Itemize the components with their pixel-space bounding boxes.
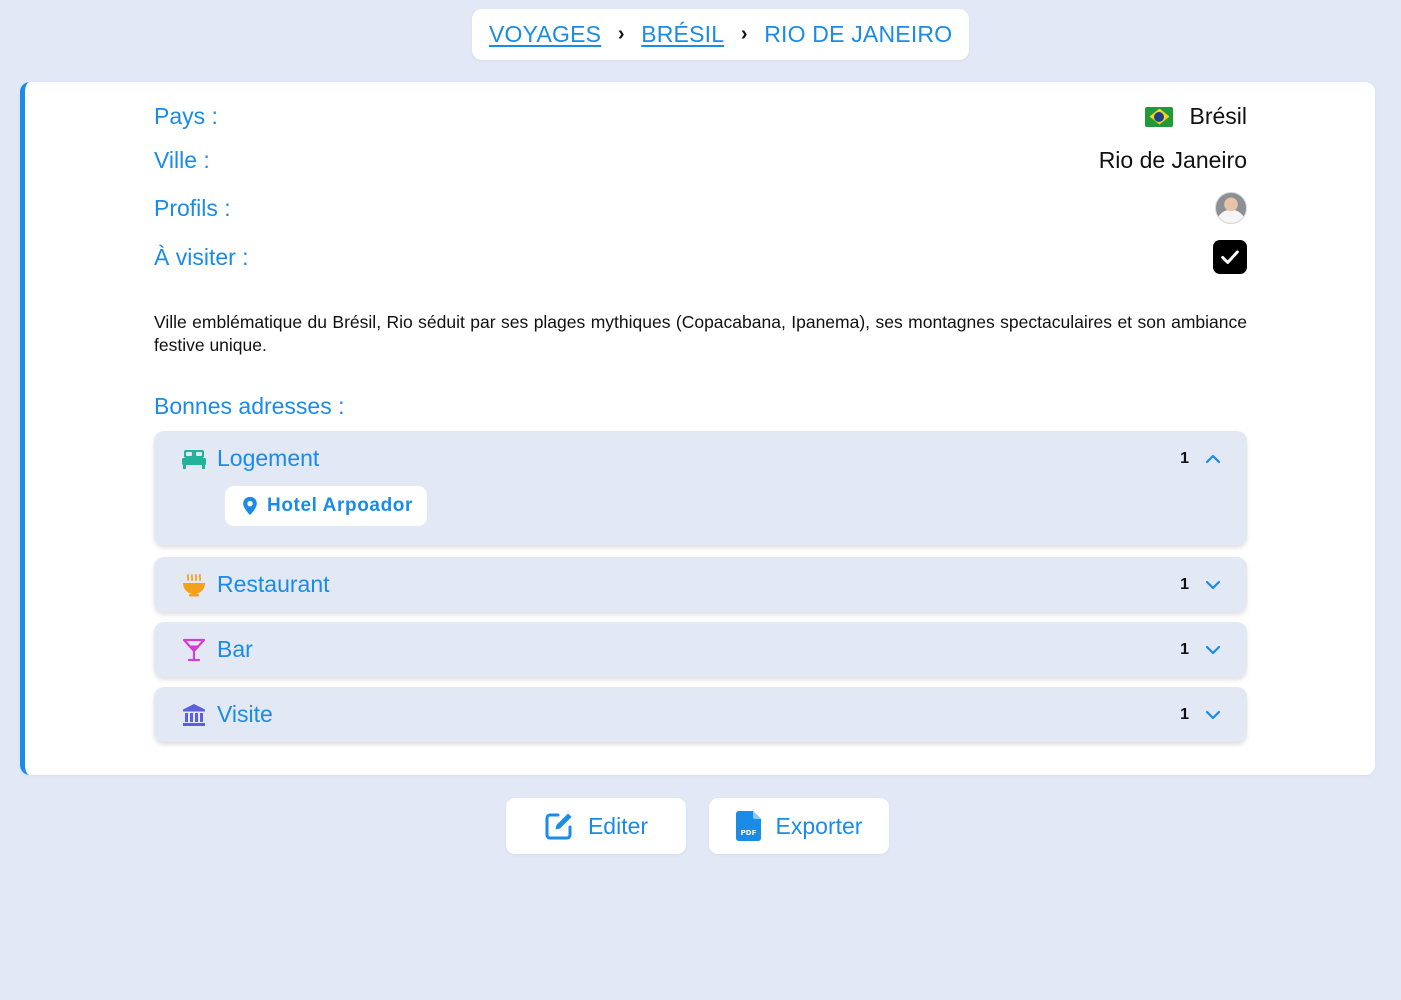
chevron-down-icon[interactable] xyxy=(1203,640,1223,660)
map-pin-icon xyxy=(243,496,257,516)
food-bowl-icon xyxy=(181,572,207,598)
profiles-label: Profils : xyxy=(154,194,231,221)
city-row: Ville : Rio de Janeiro xyxy=(154,147,1247,174)
chevron-up-icon[interactable] xyxy=(1203,449,1223,469)
breadcrumb-current-page: RIO DE JANEIRO xyxy=(764,21,953,47)
breadcrumb-link-voyages[interactable]: VOYAGES xyxy=(489,21,601,48)
bed-icon xyxy=(181,446,207,472)
cocktail-icon xyxy=(181,637,207,663)
accordion-visite: Visite 1 xyxy=(154,687,1247,742)
accordion-header-restaurant[interactable]: Restaurant 1 xyxy=(154,557,1247,612)
breadcrumb-chevron-icon: › xyxy=(617,23,625,45)
city-description: Ville emblématique du Brésil, Rio séduit… xyxy=(154,312,1247,355)
good-addresses-title: Bonnes adresses : xyxy=(154,393,345,419)
pdf-file-icon: PDF xyxy=(735,811,761,841)
breadcrumb-link-bresil[interactable]: BRÉSIL xyxy=(641,21,724,48)
chevron-down-icon[interactable] xyxy=(1203,575,1223,595)
accordion-title-bar: Bar xyxy=(217,636,253,662)
accordion-count-bar: 1 xyxy=(1180,640,1189,658)
edit-icon xyxy=(545,813,572,840)
accordion-body-logement: Hotel Arpoador xyxy=(154,486,1247,545)
profile-avatar[interactable] xyxy=(1215,192,1247,224)
accordion-title-visite: Visite xyxy=(217,701,273,727)
breadcrumb: VOYAGES › BRÉSIL › RIO DE JANEIRO xyxy=(472,9,970,60)
accordion-logement: Logement 1 Hotel Arpoador xyxy=(154,431,1247,545)
profiles-row: Profils : xyxy=(154,192,1247,224)
accordion-header-logement[interactable]: Logement 1 xyxy=(154,431,1247,486)
city-value: Rio de Janeiro xyxy=(1098,147,1247,173)
accordion-count-logement: 1 xyxy=(1180,449,1189,467)
country-row: Pays : Brésil xyxy=(154,103,1247,130)
country-value: Brésil xyxy=(1189,103,1247,129)
breadcrumb-chevron-icon: › xyxy=(740,23,748,45)
accordion-count-restaurant: 1 xyxy=(1180,575,1189,593)
accordion-restaurant: Restaurant 1 xyxy=(154,557,1247,612)
destination-card: Pays : Brésil Ville : Rio de Janeiro Pro… xyxy=(20,82,1375,775)
country-label: Pays : xyxy=(154,103,218,129)
to-visit-checkbox[interactable] xyxy=(1213,240,1247,274)
accordion-header-bar[interactable]: Bar 1 xyxy=(154,622,1247,677)
place-chip-hotel-arpoador[interactable]: Hotel Arpoador xyxy=(225,486,427,526)
city-label: Ville : xyxy=(154,147,210,173)
to-visit-row: À visiter : xyxy=(154,240,1247,274)
museum-icon xyxy=(181,702,207,728)
svg-text:PDF: PDF xyxy=(740,829,756,837)
chevron-down-icon[interactable] xyxy=(1203,705,1223,725)
to-visit-label: À visiter : xyxy=(154,243,249,270)
edit-button-label: Editer xyxy=(587,812,649,839)
accordion-header-visite[interactable]: Visite 1 xyxy=(154,687,1247,742)
export-button-label: Exporter xyxy=(775,812,863,839)
edit-button[interactable]: Editer xyxy=(506,798,686,854)
country-value-group: Brésil xyxy=(1145,103,1247,130)
accordion-bar: Bar 1 xyxy=(154,622,1247,677)
place-label: Hotel Arpoador xyxy=(267,495,413,516)
brazil-flag-icon xyxy=(1145,106,1174,127)
accordion-title-restaurant: Restaurant xyxy=(217,571,330,597)
checkmark-icon xyxy=(1221,250,1239,264)
export-button[interactable]: PDF Exporter xyxy=(709,798,889,854)
accordion-title-logement: Logement xyxy=(217,445,320,471)
accordion-count-visite: 1 xyxy=(1180,705,1189,723)
